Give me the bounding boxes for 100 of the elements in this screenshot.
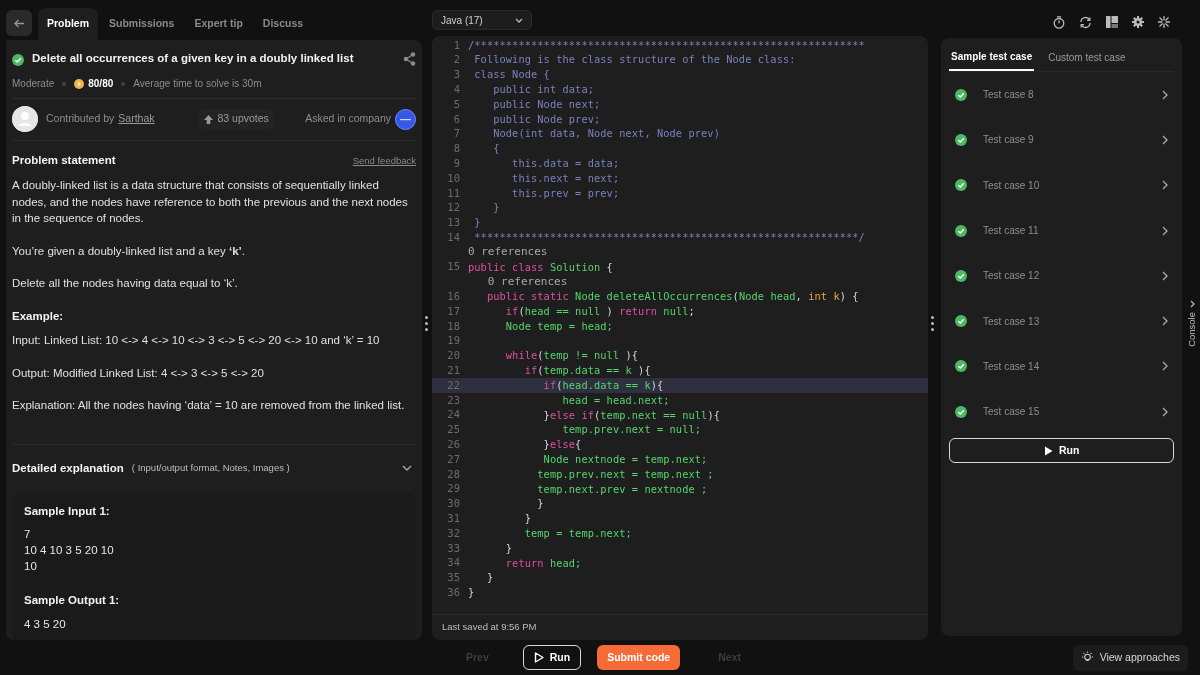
- play-icon: [533, 652, 544, 663]
- code-line: if(head == null ) return null;: [504, 304, 695, 320]
- line-number: 30: [446, 496, 460, 512]
- send-feedback-link[interactable]: Send feedback: [352, 154, 417, 169]
- chevron-right-icon[interactable]: [1162, 316, 1169, 327]
- code-lens[interactable]: 0 references: [468, 244, 548, 261]
- back-arrow-icon: [13, 18, 25, 28]
- code-line: public static Node deleteAllOccurrences(Node head, int k) {: [485, 289, 859, 305]
- refresh-icon[interactable]: [1079, 15, 1093, 29]
- code-editor[interactable]: [432, 36, 929, 640]
- layout-icon[interactable]: [1106, 16, 1119, 28]
- settings-icon[interactable]: [1132, 16, 1145, 28]
- company-logo-icon[interactable]: [395, 108, 417, 130]
- code-line: class Node {: [473, 67, 550, 83]
- code-line: this.prev = prev;: [511, 185, 620, 201]
- line-number: 22: [446, 377, 460, 393]
- paragraph: Input: Linked List: 10 <-> 4 <-> 10 <-> 3 <-> 5 <-> 20 <-> 10 and ‘k’ = 10: [12, 333, 381, 349]
- line-number: 12: [446, 200, 460, 216]
- avatar-icon: [12, 106, 38, 132]
- average-time-text: Average time to solve is 30m: [133, 77, 262, 91]
- run-button[interactable]: Run: [949, 438, 1175, 464]
- tab[interactable]: Custom test case: [1046, 42, 1128, 71]
- chevron-down-icon: [515, 17, 523, 23]
- asked-in-company-label: Asked in company: [305, 111, 392, 127]
- sample-line: 4 3 5 20: [24, 616, 67, 632]
- collapse-icon[interactable]: [1158, 16, 1171, 28]
- test-case-label[interactable]: Test case 8: [983, 87, 1163, 103]
- line-number: 34: [446, 555, 460, 571]
- sample-line: 10 4 10 3 5 20 10: [24, 543, 115, 559]
- tab[interactable]: Sample test case: [949, 42, 1035, 71]
- section-note: ( Input/output format, Notes, Images ): [131, 461, 290, 476]
- test-case-label[interactable]: Test case 12: [983, 268, 1163, 284]
- line-number: 36: [446, 585, 460, 600]
- test-case-label[interactable]: Test case 9: [983, 132, 1163, 148]
- code-line: if(head.data == k){: [542, 378, 664, 393]
- contributor-link[interactable]: Sarthak: [118, 111, 155, 127]
- sample-line: 10: [24, 559, 38, 575]
- lightning-coin-icon: [74, 78, 85, 89]
- line-number: 6: [452, 111, 460, 127]
- line-number: 8: [452, 141, 460, 157]
- code-line: Following is the class structure of the Node class:: [473, 52, 796, 68]
- chevron-right-icon[interactable]: [1162, 270, 1169, 281]
- chevron-down-icon[interactable]: [402, 465, 413, 472]
- back-button[interactable]: [6, 10, 32, 36]
- tab[interactable]: Submissions: [100, 8, 184, 40]
- test-case-label[interactable]: Test case 13: [983, 313, 1163, 329]
- line-number: 31: [446, 511, 460, 527]
- section-heading: Problem statement: [12, 153, 116, 168]
- code-lens[interactable]: 0 references: [468, 273, 568, 291]
- timer-icon[interactable]: [1053, 15, 1066, 29]
- code-line: public Node prev;: [492, 111, 601, 127]
- code-line: this.data = data;: [511, 156, 620, 172]
- console-toggle[interactable]: Console: [1184, 6, 1200, 640]
- line-number: 35: [446, 570, 460, 586]
- code-line: {: [492, 141, 500, 157]
- chevron-right-icon[interactable]: [1162, 361, 1169, 372]
- view-approaches-button[interactable]: View approaches: [1072, 644, 1188, 671]
- chevron-right-icon[interactable]: [1162, 134, 1169, 145]
- code-line: public int data;: [492, 82, 594, 98]
- line-number: 13: [446, 215, 460, 231]
- tab[interactable]: Discuss: [253, 8, 313, 40]
- score-text: 80/80: [88, 77, 114, 91]
- code-line: while(temp != null ){: [504, 348, 639, 364]
- share-icon[interactable]: [403, 52, 417, 66]
- test-case-label[interactable]: Test case 15: [983, 404, 1163, 420]
- lightbulb-icon: [1080, 651, 1094, 664]
- chevron-right-icon[interactable]: [1162, 89, 1169, 100]
- line-number: 24: [446, 407, 460, 423]
- line-number: 5: [452, 96, 460, 112]
- paragraph: Output: Modified Linked List: 4 <-> 3 <-> 5 <-> 20: [12, 365, 265, 381]
- upvote-icon: [204, 114, 214, 124]
- code-line: temp.prev.next = temp.next ;: [536, 466, 714, 482]
- upvote-button[interactable]: 83 upvotes: [198, 109, 275, 129]
- submit-button[interactable]: Submit code: [597, 645, 681, 670]
- code-line: }: [536, 496, 544, 512]
- tab[interactable]: Expert tip: [185, 8, 252, 40]
- section-heading: Detailed explanation: [12, 460, 124, 476]
- code-line: }else{: [542, 437, 582, 453]
- code-line: }: [473, 215, 481, 231]
- code-line: Node nextnode = temp.next;: [542, 452, 708, 467]
- chevron-right-icon[interactable]: [1162, 225, 1169, 236]
- test-case-label[interactable]: Test case 14: [983, 358, 1163, 374]
- paragraph: A doubly-linked list is a data structure that consists of sequentially linked nodes, and the nodes have reference to both the previous and the next nodes in the sequence of nodes.: [12, 178, 409, 227]
- contributor-label: Contributed by: [46, 111, 115, 127]
- chevron-right-icon[interactable]: [1162, 180, 1169, 191]
- code-line: }: [492, 200, 500, 216]
- code-line: this.next = next;: [511, 170, 620, 186]
- code-line: return head;: [504, 555, 582, 571]
- run-button[interactable]: Run: [522, 645, 582, 670]
- test-case-label[interactable]: Test case 10: [983, 177, 1163, 193]
- tab[interactable]: Problem: [38, 8, 98, 40]
- console-label: Console: [1184, 311, 1198, 347]
- language-label: Java (17): [441, 13, 483, 28]
- line-number: 4: [452, 81, 460, 97]
- line-number: 1: [452, 37, 460, 53]
- code-line: temp.prev.next = null;: [561, 422, 702, 438]
- chevron-right-icon[interactable]: [1162, 406, 1169, 417]
- test-case-label[interactable]: Test case 11: [983, 223, 1163, 239]
- language-dropdown[interactable]: Java (17): [432, 10, 532, 30]
- line-number: 21: [446, 363, 460, 379]
